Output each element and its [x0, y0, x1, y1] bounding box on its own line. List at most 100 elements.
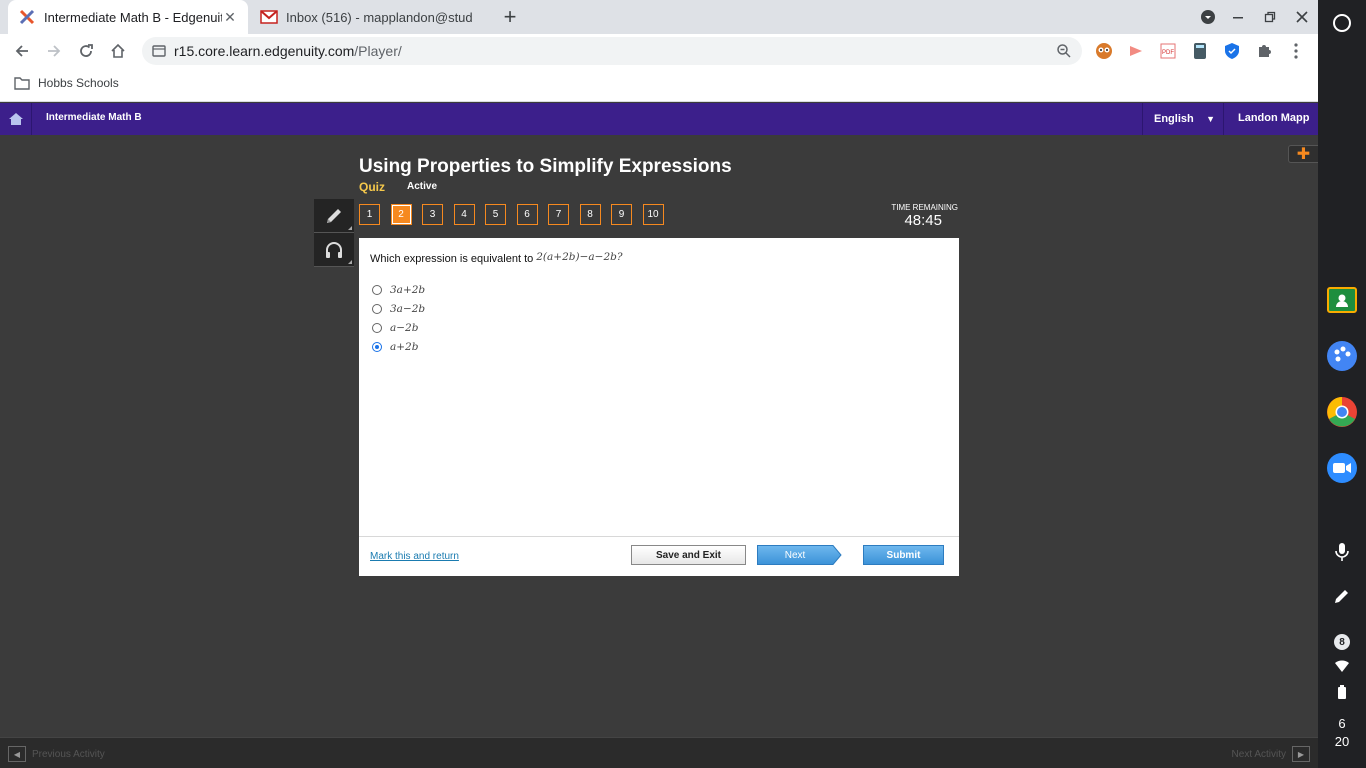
clock-hour[interactable]: 6: [1318, 716, 1366, 731]
url-host: r15.core.learn.edgenuity.com: [174, 43, 355, 59]
next-label: Next: [784, 549, 806, 561]
home-icon[interactable]: [106, 39, 130, 63]
new-tab-button[interactable]: +: [498, 4, 522, 29]
previous-activity-button[interactable]: ◀ Previous Activity: [8, 746, 105, 762]
question-button-7[interactable]: 7: [548, 204, 569, 225]
tab-search-icon[interactable]: [1196, 5, 1220, 29]
user-name[interactable]: Landon Mapp: [1238, 112, 1310, 124]
pencil-icon[interactable]: [314, 199, 354, 233]
question-button-5[interactable]: 5: [485, 204, 506, 225]
language-select[interactable]: English ▼: [1142, 103, 1224, 135]
close-window-icon[interactable]: [1290, 5, 1314, 29]
save-and-exit-button[interactable]: Save and Exit: [631, 545, 746, 565]
question-button-1[interactable]: 1: [359, 204, 380, 225]
notification-count: 8: [1334, 634, 1350, 650]
question-stem: Which expression is equivalent to 2(a+2b…: [370, 251, 622, 265]
page-info-icon[interactable]: [152, 44, 166, 58]
answer-option[interactable]: a+2b: [372, 337, 425, 356]
edgenuity-nav: Intermediate Math B English ▼ Landon Map…: [0, 103, 1318, 135]
bookmark-label: Hobbs Schools: [38, 76, 119, 90]
radio-button[interactable]: [372, 284, 382, 295]
extension-pdf-icon[interactable]: PDF: [1158, 41, 1178, 61]
question-button-3[interactable]: 3: [422, 204, 443, 225]
palette-app-icon[interactable]: [1326, 340, 1358, 372]
home-button[interactable]: [0, 103, 32, 135]
next-button[interactable]: Next: [757, 545, 842, 565]
question-button-8[interactable]: 8: [579, 204, 601, 225]
chevron-left-icon: ◀: [8, 746, 26, 762]
battery-icon[interactable]: [1326, 676, 1358, 708]
bookmark-hobbs-schools[interactable]: Hobbs Schools: [14, 76, 119, 90]
zoom-icon[interactable]: [1056, 43, 1072, 59]
language-value: English: [1154, 113, 1194, 125]
tab-title: Inbox (516) - mapplandon@stud: [286, 9, 473, 25]
extension-owl-icon[interactable]: [1094, 41, 1114, 61]
chrome-app-icon[interactable]: [1326, 396, 1358, 428]
answer-option[interactable]: 3a+2b: [372, 280, 425, 299]
microphone-icon[interactable]: [1326, 536, 1358, 568]
question-button-9[interactable]: 9: [611, 204, 632, 225]
browser-toolbar: r15.core.learn.edgenuity.com/Player/ PDF: [0, 34, 1318, 68]
timer-label: TIME REMAINING: [891, 203, 958, 212]
question-button-2[interactable]: 2: [390, 204, 412, 225]
forward-arrow-icon[interactable]: [42, 39, 66, 63]
clock-minute[interactable]: 20: [1318, 734, 1366, 749]
headphones-icon[interactable]: [314, 233, 354, 267]
chromeos-shelf: 8 6 20: [1318, 0, 1366, 768]
question-button-10[interactable]: 10: [642, 204, 664, 225]
question-button-4[interactable]: 4: [453, 204, 475, 225]
tab-title: Intermediate Math B - Edgenuity: [44, 9, 222, 25]
answer-option[interactable]: a−2b: [372, 318, 425, 337]
restore-icon[interactable]: [1258, 5, 1282, 29]
radio-button[interactable]: [372, 322, 382, 333]
radio-button[interactable]: [372, 341, 382, 352]
next-activity-button[interactable]: Next Activity ▶: [1232, 746, 1310, 762]
tab-gmail[interactable]: Inbox (516) - mapplandon@stud: [250, 0, 490, 34]
reload-icon[interactable]: [74, 39, 98, 63]
close-tab-icon[interactable]: ✕: [222, 9, 238, 25]
google-classroom-icon[interactable]: [1326, 284, 1358, 316]
activity-status: Active: [407, 181, 438, 192]
mark-and-return-link[interactable]: Mark this and return: [370, 551, 459, 562]
chevron-down-icon: ▼: [1206, 114, 1215, 124]
extension-screencast-icon[interactable]: [1126, 41, 1146, 61]
menu-kebab-icon[interactable]: [1286, 41, 1306, 61]
back-arrow-icon[interactable]: [10, 39, 34, 63]
submit-button[interactable]: Submit: [863, 545, 944, 565]
answer-option-label: a−2b: [390, 321, 419, 334]
activity-bar: ◀ Previous Activity Next Activity ▶: [0, 737, 1318, 768]
address-bar[interactable]: r15.core.learn.edgenuity.com/Player/: [142, 37, 1082, 65]
radio-button[interactable]: [372, 303, 382, 314]
player-area: ✚ Using Properties to Simplify Expressio…: [0, 135, 1318, 737]
question-panel: Which expression is equivalent to 2(a+2b…: [359, 238, 959, 536]
url-path: /Player/: [354, 43, 402, 59]
question-text: Which expression is equivalent to: [370, 253, 534, 265]
gmail-icon: [260, 8, 278, 26]
extension-calculator-icon[interactable]: [1190, 41, 1210, 61]
previous-activity-label: Previous Activity: [32, 748, 105, 760]
question-button-6[interactable]: 6: [516, 204, 538, 225]
extensions-puzzle-icon[interactable]: [1254, 41, 1274, 61]
tab-strip: Intermediate Math B - Edgenuity ✕ Inbox …: [0, 0, 1318, 34]
tool-panel: [314, 199, 354, 267]
timer: TIME REMAINING 48:45: [880, 203, 958, 229]
chevron-right-icon: ▶: [1292, 746, 1310, 762]
zoom-app-icon[interactable]: [1326, 452, 1358, 484]
answer-options: 3a+2b 3a−2b a−2b a+2b: [372, 280, 425, 356]
question-footer: Mark this and return Save and Exit Next …: [359, 536, 959, 576]
edgenuity-logo-icon: [18, 8, 36, 26]
next-activity-label: Next Activity: [1231, 748, 1286, 760]
plus-icon[interactable]: ✚: [1288, 145, 1318, 163]
browser-window: Intermediate Math B - Edgenuity ✕ Inbox …: [0, 0, 1318, 768]
answer-option[interactable]: 3a−2b: [372, 299, 425, 318]
stylus-icon[interactable]: [1326, 580, 1358, 612]
extension-shield-icon[interactable]: [1222, 41, 1242, 61]
lesson-title: Using Properties to Simplify Expressions: [359, 156, 732, 177]
course-name[interactable]: Intermediate Math B: [46, 112, 142, 123]
launcher-icon[interactable]: [1326, 7, 1358, 39]
minimize-icon[interactable]: [1226, 5, 1250, 29]
home-icon: [8, 113, 23, 125]
answer-option-label: a+2b: [390, 340, 419, 353]
tab-edgenuity[interactable]: Intermediate Math B - Edgenuity ✕: [8, 0, 248, 34]
activity-type: Quiz: [359, 180, 385, 194]
